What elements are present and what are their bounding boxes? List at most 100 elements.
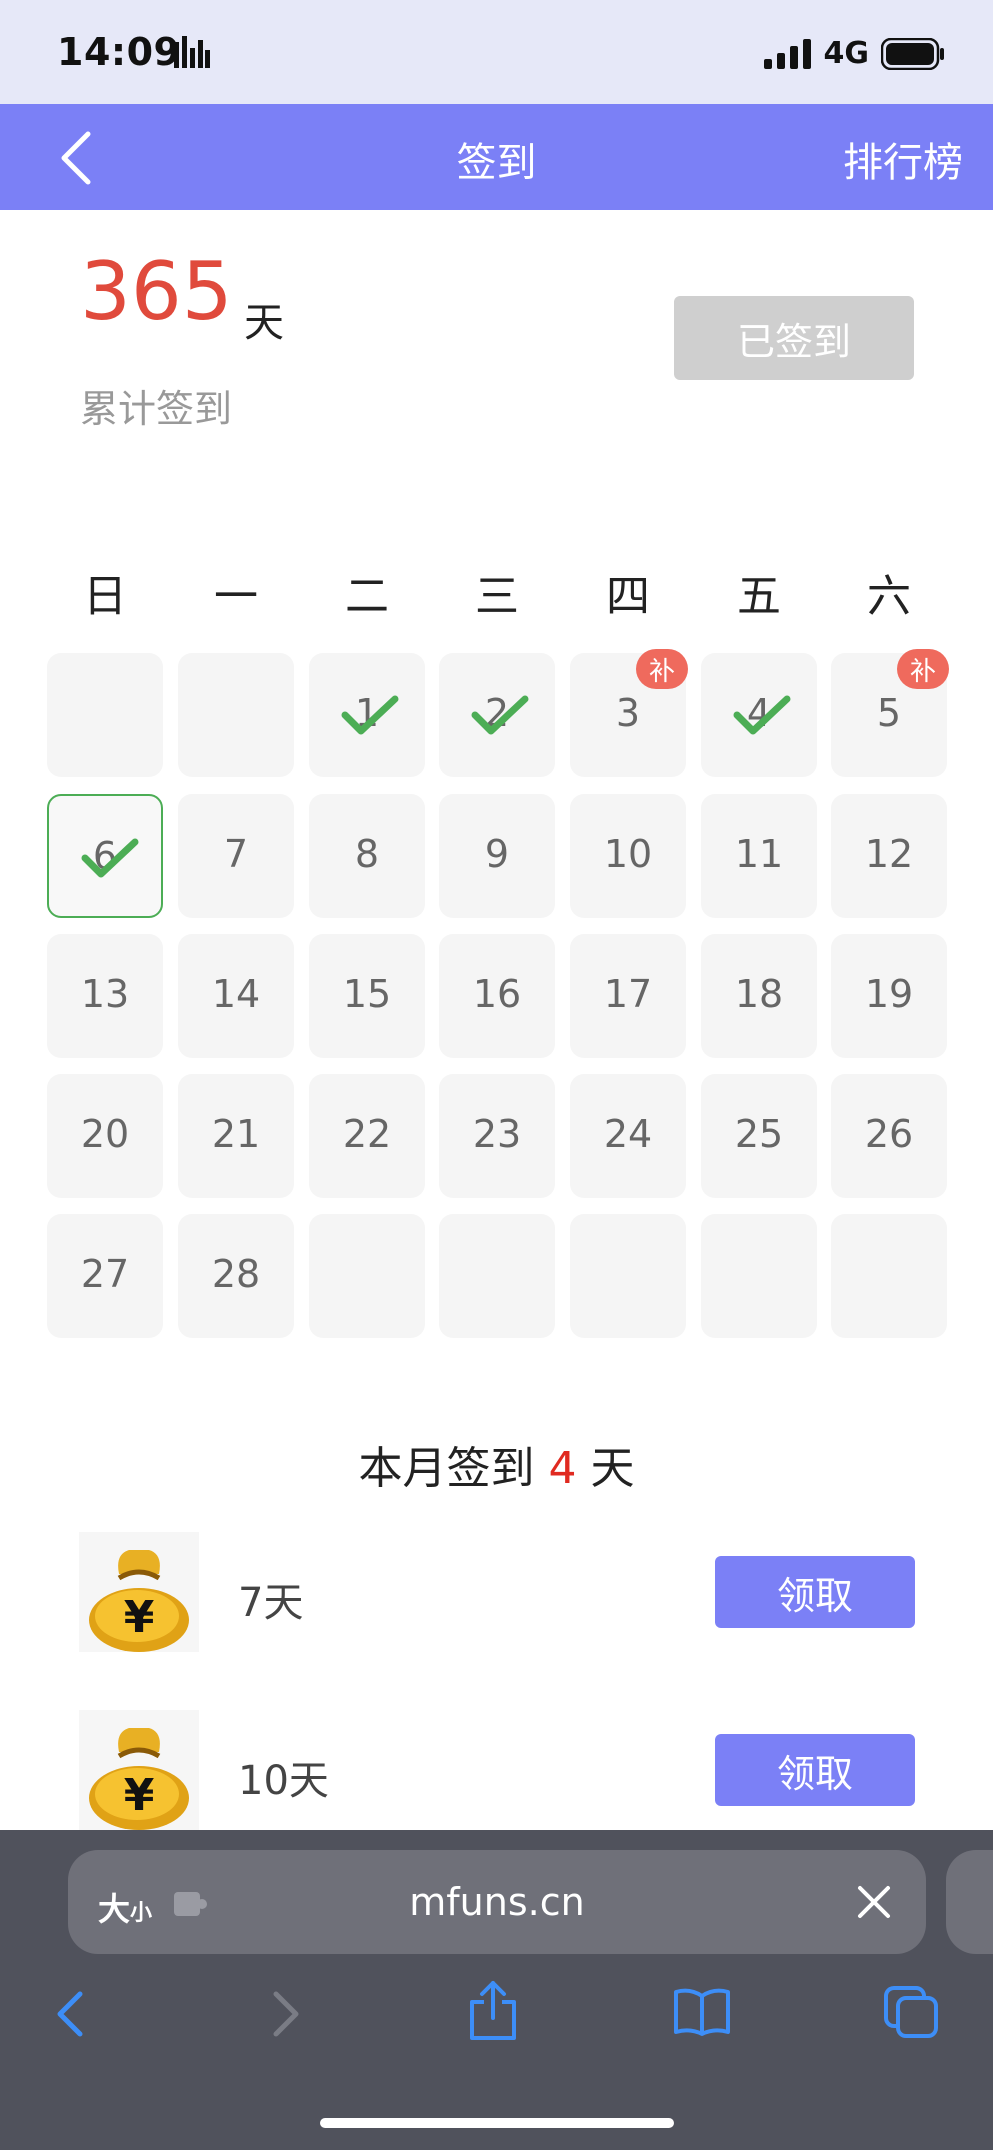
weekday-label: 日 (83, 571, 127, 622)
calendar-day[interactable]: 11 (701, 794, 817, 918)
calendar-day[interactable]: 7 (178, 794, 294, 918)
calendar-empty-cell (439, 1214, 555, 1338)
calendar-day[interactable]: 24 (570, 1074, 686, 1198)
weekday-label: 一 (214, 571, 258, 622)
calendar-day[interactable]: 22 (309, 1074, 425, 1198)
calendar-day[interactable]: 12 (831, 794, 947, 918)
url-text: mfuns.cn (409, 1880, 585, 1924)
month-signin-summary: 本月签到 4 天 (0, 1432, 993, 1496)
svg-text:¥: ¥ (124, 1770, 155, 1821)
status-bar: 14:09 4G (0, 0, 993, 104)
reward-label: 7天 (238, 1580, 304, 1626)
calendar-empty-cell (309, 1214, 425, 1338)
back-nav-icon[interactable] (52, 1988, 88, 2040)
calendar-day-number: 7 (223, 832, 249, 876)
makeup-badge[interactable]: 补 (897, 649, 949, 689)
weekday-label: 四 (606, 571, 650, 622)
calendar-day[interactable]: 17 (570, 934, 686, 1058)
calendar-day-number: 20 (80, 1112, 130, 1156)
month-signin-count: 4 (548, 1443, 577, 1494)
reward-label: 10天 (238, 1758, 329, 1804)
calendar-day[interactable]: 3补 (570, 649, 688, 777)
calendar-day[interactable]: 28 (178, 1214, 294, 1338)
calendar-day[interactable]: 1 (309, 653, 425, 777)
signed-in-button[interactable]: 已签到 (674, 296, 914, 380)
reward-row: ¥ 7天 领取 (0, 1532, 993, 1656)
calendar-day-number: 26 (864, 1112, 914, 1156)
ranking-link[interactable]: 排行榜 (843, 130, 963, 188)
weekday-label: 二 (345, 571, 389, 622)
checkmark-icon (733, 695, 791, 735)
forward-nav-icon[interactable] (268, 1988, 304, 2040)
svg-text:¥: ¥ (124, 1592, 155, 1643)
calendar-day[interactable]: 10 (570, 794, 686, 918)
next-tab-preview[interactable] (946, 1850, 993, 1954)
status-indicators: 4G (763, 36, 946, 71)
calendar-day[interactable]: 23 (439, 1074, 555, 1198)
status-time: 14:09 (57, 30, 181, 74)
calendar-day-number: 22 (342, 1112, 392, 1156)
calendar-day-number: 16 (472, 972, 522, 1016)
calendar-day-number: 25 (734, 1112, 784, 1156)
calendar-day[interactable]: 20 (47, 1074, 163, 1198)
calendar-day[interactable]: 13 (47, 934, 163, 1058)
calendar-day[interactable]: 15 (309, 934, 425, 1058)
calendar-day[interactable]: 19 (831, 934, 947, 1058)
calendar-day[interactable]: 25 (701, 1074, 817, 1198)
calendar-day-number: 11 (734, 832, 784, 876)
cumulative-signin-label: 累计签到 (80, 387, 233, 431)
bookmarks-icon[interactable] (672, 1986, 732, 2038)
calendar-day-number: 5 (876, 691, 902, 735)
calendar-day-number: 28 (211, 1252, 261, 1296)
calendar-day[interactable]: 5补 (831, 649, 949, 777)
calendar-day[interactable]: 4 (701, 653, 817, 777)
activity-icon (174, 36, 210, 68)
weekday-label: 三 (475, 571, 519, 622)
tabs-icon[interactable] (882, 1984, 940, 2040)
calendar-day-number: 24 (603, 1112, 653, 1156)
calendar-day-number: 27 (80, 1252, 130, 1296)
weekday-label: 六 (867, 571, 911, 622)
calendar-day-number: 18 (734, 972, 784, 1016)
calendar-day-number: 17 (603, 972, 653, 1016)
calendar-day-number: 3 (615, 691, 641, 735)
signal-icon (763, 38, 811, 69)
total-days-count: 365 (80, 245, 233, 338)
calendar-day[interactable]: 8 (309, 794, 425, 918)
app-header: 签到 排行榜 (0, 104, 993, 210)
money-bag-icon: ¥ (79, 1532, 199, 1652)
calendar-day[interactable]: 26 (831, 1074, 947, 1198)
calendar-day[interactable]: 21 (178, 1074, 294, 1198)
battery-icon (881, 37, 944, 70)
claim-button[interactable]: 领取 (715, 1556, 915, 1628)
calendar-day-number: 19 (864, 972, 914, 1016)
month-summary-suffix: 天 (590, 1443, 635, 1494)
share-icon[interactable] (466, 1980, 520, 2042)
days-unit: 天 (244, 300, 284, 346)
calendar-day[interactable]: 6 (47, 794, 163, 918)
calendar-day[interactable]: 27 (47, 1214, 163, 1338)
calendar-day-number: 12 (864, 832, 914, 876)
calendar-day-number: 14 (211, 972, 261, 1016)
calendar-day[interactable]: 14 (178, 934, 294, 1058)
network-label: 4G (823, 36, 870, 71)
calendar-empty-cell (831, 1214, 947, 1338)
browser-toolbar: 大小 mfuns.cn (0, 1830, 993, 2150)
checkmark-icon (471, 695, 529, 735)
calendar-day[interactable]: 18 (701, 934, 817, 1058)
checkmark-icon (81, 838, 139, 878)
calendar-day-number: 13 (80, 972, 130, 1016)
close-icon[interactable] (854, 1882, 894, 1922)
calendar-empty-cell (570, 1214, 686, 1338)
calendar-day[interactable]: 9 (439, 794, 555, 918)
makeup-badge[interactable]: 补 (636, 649, 688, 689)
calendar-empty-cell (178, 653, 294, 777)
calendar-day[interactable]: 16 (439, 934, 555, 1058)
address-bar[interactable]: 大小 mfuns.cn (68, 1850, 926, 1954)
claim-button[interactable]: 领取 (715, 1734, 915, 1806)
calendar-day[interactable]: 2 (439, 653, 555, 777)
calendar-day-number: 9 (484, 832, 510, 876)
month-summary-prefix: 本月签到 (358, 1443, 535, 1494)
calendar-empty-cell (701, 1214, 817, 1338)
checkmark-icon (341, 695, 399, 735)
